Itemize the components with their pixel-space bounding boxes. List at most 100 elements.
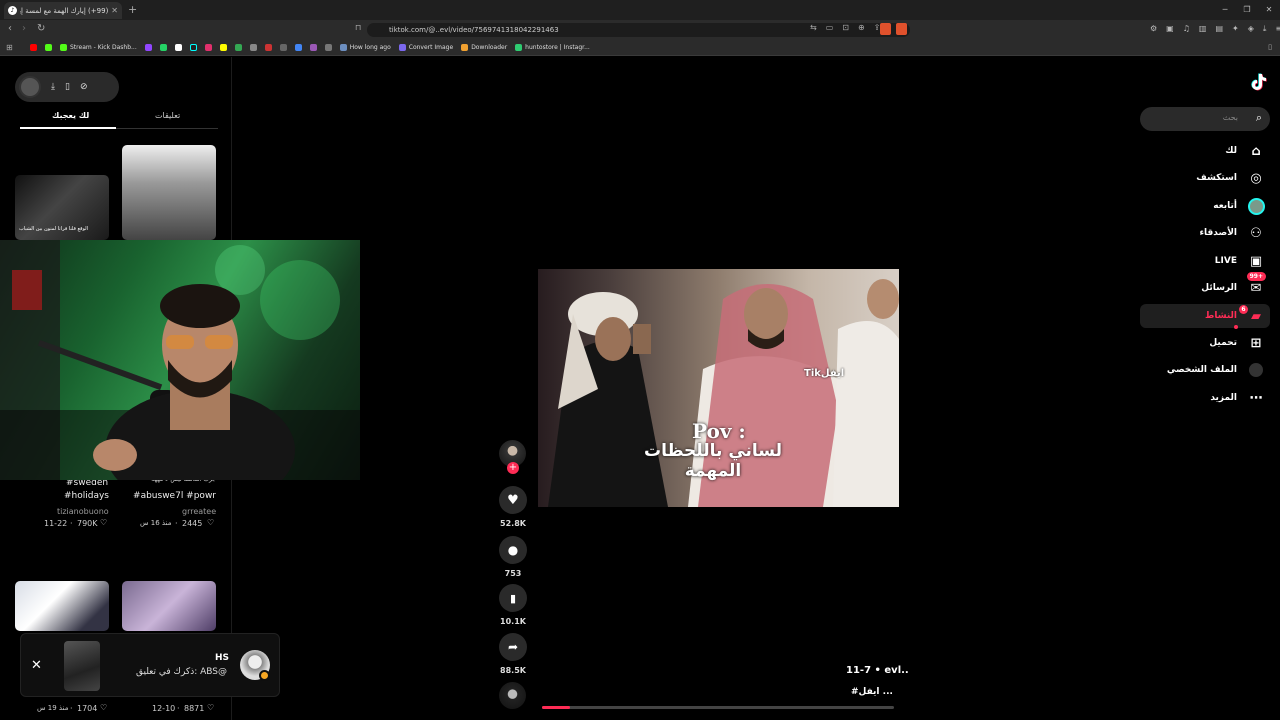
browser-tab[interactable]: ♪ (99+) إيارك الهمة مع لمسة إيفل ✕ xyxy=(4,2,122,19)
dot-separator: · xyxy=(177,704,180,713)
extension-icon[interactable]: ▣ xyxy=(1166,24,1174,34)
tab-comments[interactable]: تعليقات xyxy=(155,111,180,120)
puzzle-icon[interactable]: ✦ xyxy=(1232,24,1239,34)
video-player[interactable]: Tikايفل Pov : لساني باللحظات المهمة xyxy=(538,269,899,507)
close-window-button[interactable]: ✕ xyxy=(1258,0,1280,20)
screenshot-icon[interactable]: ⊡ xyxy=(842,23,849,32)
share-icon: ➦ xyxy=(507,640,519,654)
bookmark-icon[interactable]: ⊓ xyxy=(355,23,361,32)
nav-more[interactable]: المزيد ⋯ xyxy=(1140,386,1270,410)
brave-rewards-icon[interactable] xyxy=(896,23,907,35)
music-disc-icon[interactable] xyxy=(499,682,526,709)
apps-grid-icon[interactable]: ⊞ xyxy=(6,43,13,52)
dot-separator: · xyxy=(70,519,73,528)
share-button[interactable]: ➦ 88.5K xyxy=(497,633,529,675)
nav-live[interactable]: LIVE ▣ xyxy=(1140,249,1270,273)
minimize-button[interactable]: ─ xyxy=(1214,0,1236,20)
zoom-icon[interactable]: ⊕ xyxy=(858,23,865,32)
bookmark-tiktok[interactable] xyxy=(189,44,197,51)
nav-upload[interactable]: تحميل ⊞ xyxy=(1140,331,1270,355)
nav-explore[interactable]: استكشف ◎ xyxy=(1140,166,1270,190)
reload-button[interactable]: ↻ xyxy=(37,23,45,34)
maximize-button[interactable]: ❐ xyxy=(1236,0,1258,20)
video-thumbnail[interactable] xyxy=(122,145,216,240)
bookmark-snap[interactable] xyxy=(219,44,227,51)
status-badge xyxy=(259,670,270,681)
bookmark-generic[interactable] xyxy=(279,44,287,51)
heart-icon: ♥ xyxy=(507,492,519,508)
tab-you-may-like[interactable]: لك يعجبك xyxy=(52,111,89,120)
address-bar-icons: ⇆ ▭ ⊡ ⊕ ⇪ xyxy=(810,23,880,32)
nav-for-you[interactable]: لك ⌂ xyxy=(1140,139,1270,163)
shield-icon[interactable]: ◈ xyxy=(1248,24,1254,34)
more-dots-icon: ⋯ xyxy=(1249,390,1263,406)
translate-icon[interactable]: ⇆ xyxy=(810,23,817,32)
tiktok-logo[interactable] xyxy=(1248,72,1268,92)
video-thumbnail[interactable]: الوقع قلنا فراتا لمنون بين الشباب xyxy=(15,175,109,240)
extension-icon[interactable]: ⚙ xyxy=(1150,24,1157,34)
video-progress-bar[interactable] xyxy=(542,706,894,709)
search-input[interactable]: بحث ⌕ xyxy=(1140,107,1270,131)
bookmark-how-long-ago[interactable]: How long ago xyxy=(339,44,391,51)
bookmark-stream-kick[interactable]: Stream - Kick Dashb... xyxy=(60,44,137,51)
bookmark-youtube[interactable] xyxy=(30,44,37,51)
wallet-icon[interactable]: ▤ xyxy=(1215,24,1223,34)
close-icon[interactable]: ✕ xyxy=(31,658,42,673)
nav-friends[interactable]: الأصدقاء ⚇ xyxy=(1140,221,1270,245)
bookmark-downloader[interactable]: Downloader xyxy=(461,44,507,51)
nav-activity[interactable]: النشاط ▰ 6 xyxy=(1140,304,1270,328)
video-tools-pill: ⤓ ▯ ⊘ xyxy=(15,72,119,102)
video-caption: #abuswe7l #powr xyxy=(133,491,216,501)
activity-icon: ▰ xyxy=(1251,308,1261,324)
video-author[interactable]: 11-7 • evl.. xyxy=(846,665,909,676)
compass-icon[interactable]: ⊘ xyxy=(80,82,88,92)
bookmark-generic[interactable] xyxy=(249,44,257,51)
menu-icon[interactable]: ≡ xyxy=(1275,24,1280,34)
save-button[interactable]: ▮ 10.1K xyxy=(497,584,529,626)
follow-plus-icon[interactable]: + xyxy=(507,462,519,474)
bookmark-x[interactable] xyxy=(174,44,182,51)
download-icon[interactable]: ⤓ xyxy=(51,82,55,92)
window-controls: ─ ❐ ✕ xyxy=(1214,0,1280,20)
bookmark-label: Convert Image xyxy=(408,44,454,51)
music-icon[interactable]: ♫ xyxy=(1183,24,1190,34)
close-tab-icon[interactable]: ✕ xyxy=(111,6,118,15)
nav-following[interactable]: أتابعه xyxy=(1140,194,1270,218)
video-thumbnail[interactable] xyxy=(15,581,109,631)
nav-label: الرسائل xyxy=(1201,283,1237,293)
video-author[interactable]: tizianobuono xyxy=(57,507,109,516)
bookmark-generic[interactable] xyxy=(324,44,332,51)
bookmark-convert-image[interactable]: Convert Image xyxy=(398,44,454,51)
bookmark-kick[interactable] xyxy=(45,44,52,51)
bookmark-generic[interactable] xyxy=(264,44,272,51)
bookmark-instagram[interactable] xyxy=(204,44,212,51)
like-button[interactable]: ♥ 52.8K xyxy=(497,486,529,528)
heart-icon: ♡ xyxy=(207,703,215,712)
bookmark-drive[interactable] xyxy=(234,44,242,51)
new-tab-button[interactable]: + xyxy=(128,3,137,16)
forward-button[interactable]: › xyxy=(22,23,26,34)
bookmark-generic[interactable] xyxy=(294,44,302,51)
cast-icon[interactable]: ▭ xyxy=(826,23,834,32)
mention-notification[interactable]: ✕ HS ذكرك في تعليق: ABS@ xyxy=(20,633,280,697)
video-thumbnail[interactable] xyxy=(122,581,216,631)
bookmark-whatsapp[interactable] xyxy=(159,44,167,51)
bookmark-huntostore[interactable]: huntostore | Instagr... xyxy=(515,44,590,51)
friends-icon: ⚇ xyxy=(1250,225,1262,241)
download-icon[interactable]: ⤓ xyxy=(1263,24,1267,34)
video-description[interactable]: #ايفل ... xyxy=(851,687,893,697)
comment-button[interactable]: ● 753 xyxy=(497,536,529,578)
nav-messages[interactable]: الرسائل ✉ 99+ xyxy=(1140,272,1270,300)
bookmark-twitch[interactable] xyxy=(144,44,152,51)
bookmark-generic[interactable] xyxy=(309,44,317,51)
back-button[interactable]: ‹ xyxy=(8,23,12,34)
video-author[interactable]: grreatee xyxy=(182,507,216,516)
avatar[interactable] xyxy=(19,76,41,98)
video-date: 11-22 xyxy=(44,519,68,528)
dot-separator: · xyxy=(70,704,73,713)
sidebar-icon[interactable]: ▥ xyxy=(1199,24,1207,34)
brave-shield-icon[interactable] xyxy=(880,23,891,35)
nav-profile[interactable]: الملف الشخصي xyxy=(1140,358,1270,382)
phone-icon[interactable]: ▯ xyxy=(65,82,70,92)
all-bookmarks-icon[interactable]: ▯ xyxy=(1268,43,1272,51)
